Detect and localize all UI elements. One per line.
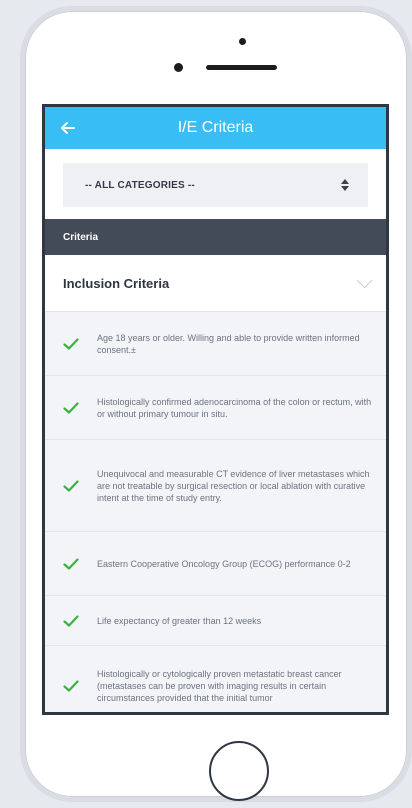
check-icon <box>63 337 79 350</box>
select-arrows-icon <box>340 179 350 191</box>
criterion-text: Histologically or cytologically proven m… <box>97 668 342 703</box>
speaker-slot <box>206 65 277 70</box>
app-screen: I/E Criteria -- ALL CATEGORIES -- Criter… <box>42 104 389 715</box>
criterion-text: Eastern Cooperative Oncology Group (ECOG… <box>97 558 351 569</box>
chevron-down-icon <box>356 272 373 288</box>
criterion-text: Life expectancy of greater than 12 weeks <box>97 615 262 626</box>
camera-dot <box>239 38 246 45</box>
list-item: Histologically confirmed adenocarcinoma … <box>45 376 386 440</box>
home-button[interactable] <box>209 741 269 801</box>
list-item: Unequivocal and measurable CT evidence o… <box>45 440 386 532</box>
list-item: Histologically or cytologically proven m… <box>45 646 386 712</box>
criterion-text: Unequivocal and measurable CT evidence o… <box>97 468 370 503</box>
criterion-text: Age 18 years or older. Willing and able … <box>97 332 360 355</box>
criteria-section-header: Criteria <box>45 219 386 255</box>
page-title: I/E Criteria <box>177 119 254 136</box>
app-bar: I/E Criteria <box>45 107 386 149</box>
check-icon <box>63 614 79 627</box>
sensor-dot <box>174 63 183 72</box>
check-icon <box>63 557 79 570</box>
filter-container: -- ALL CATEGORIES -- <box>45 149 386 219</box>
criterion-text: Histologically confirmed adenocarcinoma … <box>97 396 372 419</box>
list-item: Eastern Cooperative Oncology Group (ECOG… <box>45 532 386 596</box>
category-select-value: -- ALL CATEGORIES -- <box>85 179 195 191</box>
check-icon <box>63 479 79 492</box>
check-icon <box>63 401 79 414</box>
inclusion-criteria-header[interactable]: Inclusion Criteria <box>45 255 386 312</box>
check-icon <box>63 679 79 692</box>
back-arrow-icon[interactable] <box>59 117 81 139</box>
list-item: Age 18 years or older. Willing and able … <box>45 312 386 376</box>
list-item: Life expectancy of greater than 12 weeks <box>45 596 386 646</box>
category-select[interactable]: -- ALL CATEGORIES -- <box>63 163 368 207</box>
group-title: Inclusion Criteria <box>63 275 170 291</box>
section-label: Criteria <box>63 231 99 243</box>
criteria-list: Age 18 years or older. Willing and able … <box>45 312 386 712</box>
